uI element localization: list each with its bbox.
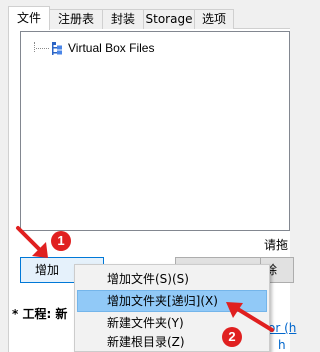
step-2-badge: 2 — [222, 327, 242, 347]
tree-connector-line — [36, 48, 49, 49]
link-text[interactable]: or (h — [268, 321, 296, 335]
step-1-badge: 1 — [51, 231, 71, 251]
tab-options[interactable]: 选项 — [194, 9, 234, 29]
tree-item-label: Virtual Box Files — [68, 41, 155, 55]
tab-package[interactable]: 封装 — [102, 9, 144, 29]
menu-item-add-file[interactable]: 增加文件(S)(S) — [77, 268, 267, 290]
file-tree[interactable]: Virtual Box Files — [20, 31, 290, 231]
tab-files[interactable]: 文件 — [8, 6, 50, 30]
drag-hint-text: 请拖 — [264, 238, 289, 252]
folder-tree-icon — [51, 41, 63, 55]
tree-connector — [34, 42, 35, 52]
tab-storage[interactable]: Storage — [143, 9, 195, 29]
project-label: * 工程: 新 — [12, 307, 68, 321]
menu-item-add-folder-recursive[interactable]: 增加文件夹[递归](X) — [77, 290, 267, 312]
link-text-2[interactable]: h — [278, 338, 286, 352]
tab-strip: 文件 注册表 封装 Storage 选项 — [0, 0, 290, 30]
tree-item-virtual-box-files[interactable]: Virtual Box Files — [36, 40, 154, 56]
tab-registry[interactable]: 注册表 — [49, 9, 103, 29]
